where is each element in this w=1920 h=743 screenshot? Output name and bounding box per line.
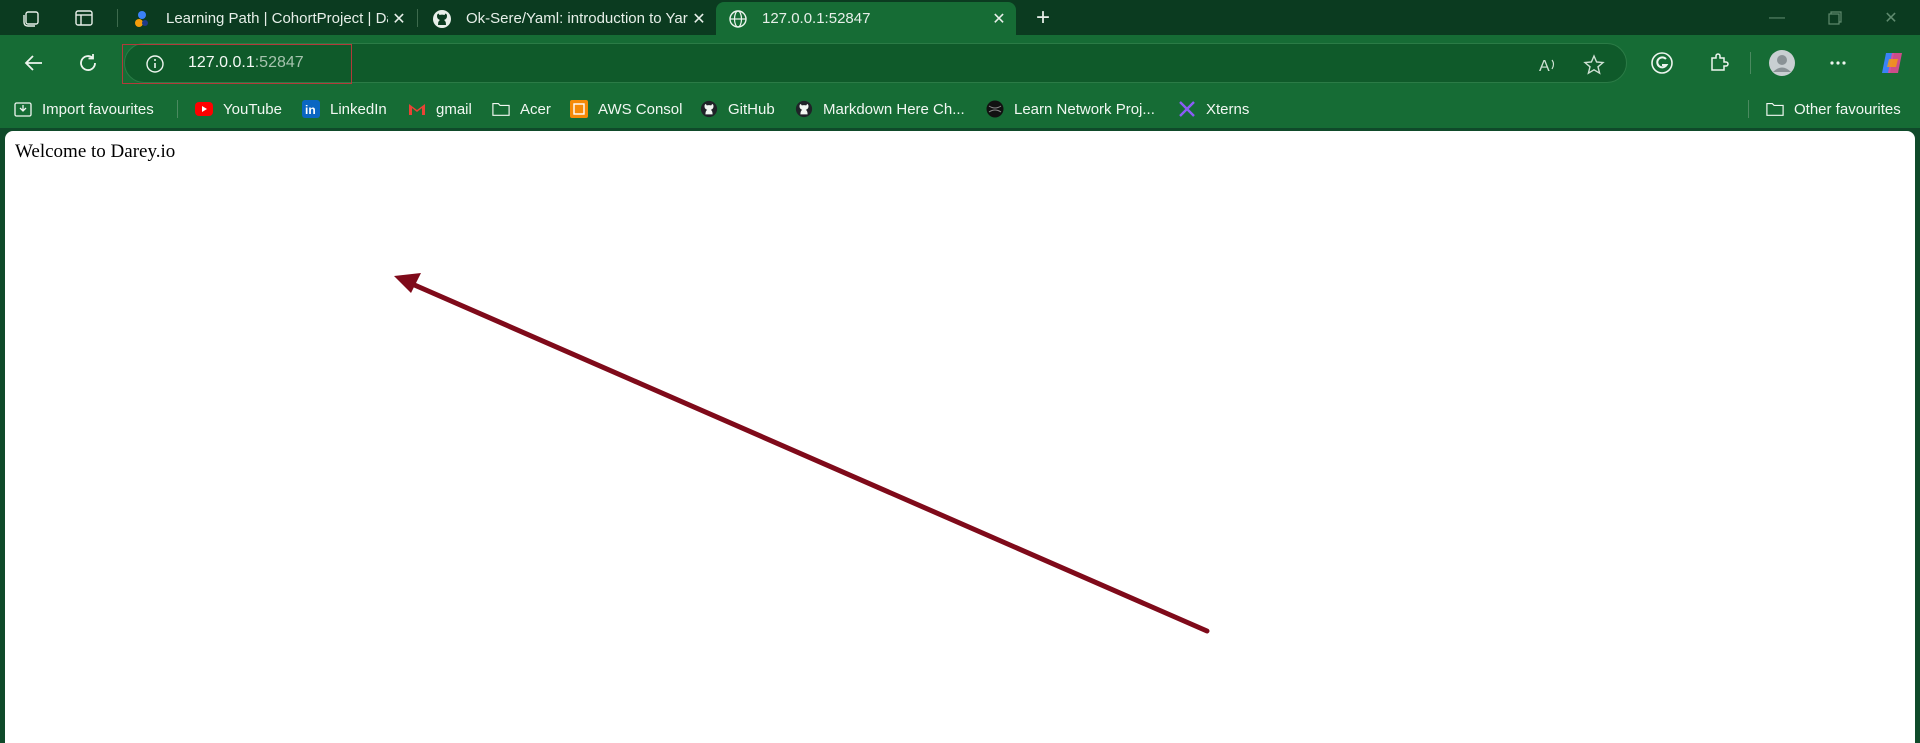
avatar[interactable] [1764, 45, 1800, 81]
close-icon[interactable]: ✕ [988, 8, 1010, 30]
import-icon [14, 100, 32, 118]
youtube-icon [195, 100, 213, 118]
github-icon [432, 9, 452, 29]
tab-localhost[interactable]: 127.0.0.1:52847 ✕ [716, 2, 1016, 35]
bookmark-label: gmail [436, 100, 472, 118]
close-window-button[interactable]: ✕ [1862, 0, 1920, 35]
linkedin-icon: in [302, 100, 320, 118]
tab-strip: Learning Path | CohortProject | Da ✕ Ok-… [0, 0, 1920, 35]
bookmark-label: Markdown Here Ch... [823, 100, 965, 118]
darey-icon [132, 9, 152, 29]
read-aloud-icon[interactable]: A [1535, 52, 1561, 78]
close-icon[interactable]: ✕ [688, 8, 710, 30]
restore-button[interactable] [1806, 0, 1864, 35]
bookmark-gmail[interactable]: gmail [408, 97, 472, 121]
url-highlight-box [122, 44, 352, 84]
close-icon[interactable]: ✕ [388, 8, 410, 30]
globe-icon [728, 9, 748, 29]
folder-icon [492, 100, 510, 118]
bookmark-label: GitHub [728, 100, 775, 118]
svg-text:in: in [305, 103, 316, 117]
bookmark-label: Other favourites [1794, 100, 1901, 118]
minimize-button[interactable]: — [1748, 0, 1806, 35]
github-icon [795, 100, 813, 118]
tab-title: Learning Path | CohortProject | Da [166, 10, 388, 27]
aws-icon [570, 100, 588, 118]
bookmark-label: YouTube [223, 100, 282, 118]
bookmark-label: Xterns [1206, 100, 1250, 118]
svg-text:A: A [1539, 58, 1550, 75]
bookmark-label: AWS Consol [598, 100, 683, 118]
bookmark-youtube[interactable]: YouTube [195, 97, 282, 121]
refresh-button[interactable] [70, 45, 106, 81]
new-tab-button[interactable]: + [1028, 4, 1058, 32]
grammarly-icon[interactable] [1644, 45, 1680, 81]
bookmark-markdown-here[interactable]: Markdown Here Ch... [795, 97, 965, 121]
back-button[interactable] [16, 45, 52, 81]
bookmark-label: Import favourites [42, 100, 154, 118]
tab-github-yaml[interactable]: Ok-Sere/Yaml: introduction to Yar ✕ [420, 2, 716, 35]
bookmark-label: Acer [520, 100, 551, 118]
toolbar: 127.0.0.1:52847 A [0, 35, 1920, 90]
bookmark-learn-network[interactable]: Learn Network Proj... [986, 97, 1155, 121]
bookmark-other-favourites[interactable]: Other favourites [1766, 97, 1901, 121]
bookmarks-separator [177, 100, 178, 118]
toolbar-divider [1750, 52, 1751, 74]
bookmark-github[interactable]: GitHub [700, 97, 775, 121]
favorite-star-icon[interactable] [1581, 52, 1607, 78]
bookmark-linkedin[interactable]: in LinkedIn [302, 97, 387, 121]
extensions-icon[interactable] [1700, 45, 1736, 81]
bookmark-import-favourites[interactable]: Import favourites [14, 97, 154, 121]
folder-icon [1766, 100, 1784, 118]
page-content: Welcome to Darey.io [5, 131, 1915, 743]
more-options-icon[interactable] [1820, 45, 1856, 81]
bookmarks-divider [1748, 100, 1749, 118]
bookmark-label: Learn Network Proj... [1014, 100, 1155, 118]
workspaces-icon[interactable] [16, 4, 48, 32]
tab-title: 127.0.0.1:52847 [762, 10, 871, 27]
bookmark-xterns[interactable]: Xterns [1178, 97, 1249, 121]
annotation-arrow [394, 273, 1210, 634]
gmail-icon [408, 100, 426, 118]
tab-title: Ok-Sere/Yaml: introduction to Yar [466, 10, 688, 27]
xterns-icon [1178, 100, 1196, 118]
network-icon [986, 100, 1004, 118]
bookmark-acer[interactable]: Acer [492, 97, 551, 121]
tab-learning-path[interactable]: Learning Path | CohortProject | Da ✕ [120, 2, 416, 35]
github-icon [700, 100, 718, 118]
copilot-icon[interactable] [1874, 45, 1910, 81]
bookmark-label: LinkedIn [330, 100, 387, 118]
bookmarks-bar: Import favourites YouTube in LinkedIn gm… [0, 90, 1920, 128]
tab-actions-icon[interactable] [68, 4, 100, 32]
bookmark-aws-console[interactable]: AWS Consol [570, 97, 682, 121]
